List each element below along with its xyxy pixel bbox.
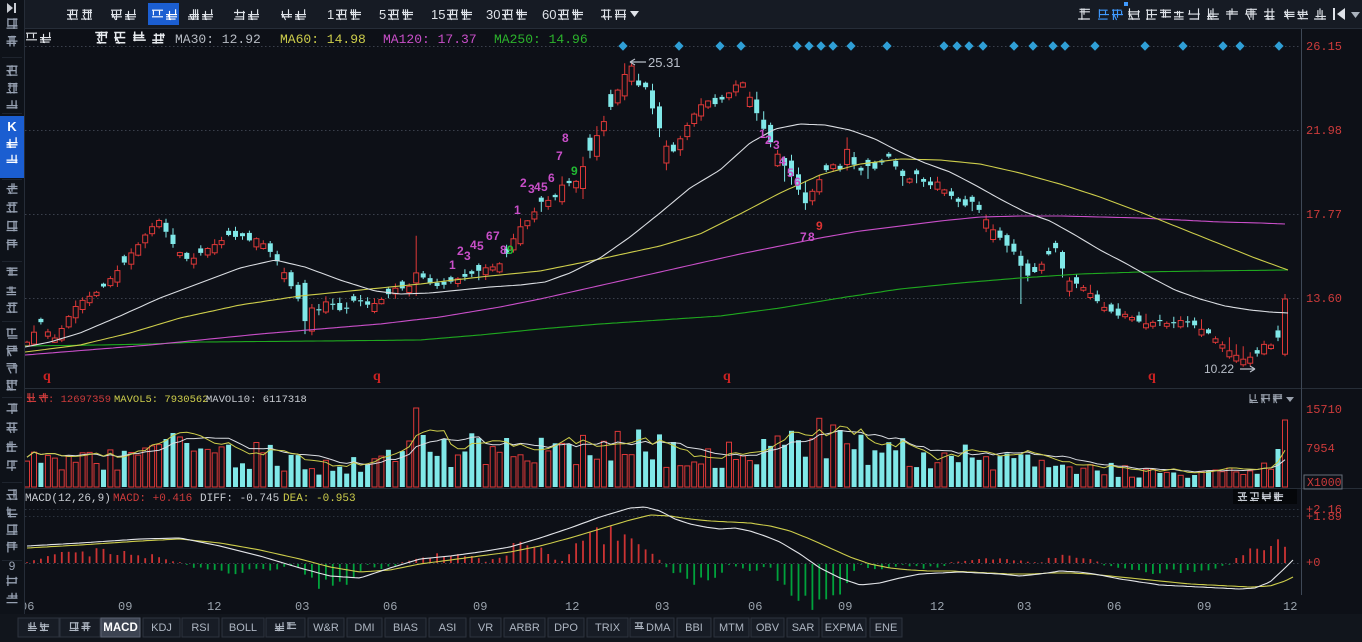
svg-text:q: q (373, 369, 381, 384)
svg-text:9: 9 (507, 243, 514, 257)
svg-text:12: 12 (1283, 600, 1297, 614)
svg-text:17.77: 17.77 (1306, 208, 1342, 222)
svg-text:06: 06 (748, 600, 762, 614)
svg-text:6: 6 (794, 175, 801, 189)
svg-text:X1000: X1000 (1307, 477, 1342, 490)
svg-text:ARBR: ARBR (509, 622, 540, 634)
svg-text:DIFF: -0.745: DIFF: -0.745 (200, 493, 279, 505)
svg-text:03: 03 (655, 600, 669, 614)
svg-text:60: 60 (542, 7, 556, 22)
svg-text:q: q (1148, 369, 1156, 384)
svg-text:1: 1 (514, 203, 521, 217)
svg-text:09: 09 (1197, 600, 1211, 614)
svg-text:TRIX: TRIX (595, 622, 621, 634)
svg-text:2: 2 (520, 176, 527, 190)
svg-text:13.60: 13.60 (1306, 292, 1342, 306)
svg-text:4: 4 (779, 154, 786, 168)
svg-text:9: 9 (816, 219, 823, 233)
svg-text:03: 03 (295, 600, 309, 614)
svg-text:09: 09 (118, 600, 132, 614)
svg-text:5: 5 (477, 239, 484, 253)
svg-text:VR: VR (478, 622, 493, 634)
svg-text:7: 7 (800, 230, 807, 244)
svg-text:5: 5 (541, 180, 548, 194)
svg-text:K: K (7, 119, 17, 134)
svg-text:09: 09 (838, 600, 852, 614)
svg-text:8: 8 (500, 243, 507, 257)
svg-text:+1.89: +1.89 (1306, 510, 1342, 524)
svg-text:W&R: W&R (313, 622, 339, 634)
svg-text:BBI: BBI (685, 622, 703, 634)
svg-text:06: 06 (383, 600, 397, 614)
svg-text:7: 7 (493, 229, 500, 243)
svg-text:12: 12 (207, 600, 221, 614)
svg-text:MA30: 12.92: MA30: 12.92 (175, 32, 261, 47)
svg-text:MAVOL10: 6117318: MAVOL10: 6117318 (206, 394, 307, 406)
svg-text:15: 15 (431, 7, 445, 22)
svg-text:MACD: MACD (103, 622, 138, 634)
svg-text:SAR: SAR (792, 622, 815, 634)
svg-text:7: 7 (556, 149, 563, 163)
svg-text:EXPMA: EXPMA (825, 622, 864, 634)
svg-text:8: 8 (562, 131, 569, 145)
svg-text:MAVOL5: 7930562: MAVOL5: 7930562 (114, 394, 209, 406)
svg-text:BIAS: BIAS (393, 622, 418, 634)
svg-text:25.31: 25.31 (648, 55, 681, 70)
svg-text:DEA: -0.953: DEA: -0.953 (283, 493, 356, 505)
svg-text:06: 06 (1107, 600, 1121, 614)
svg-text:OBV: OBV (756, 622, 780, 634)
svg-text:MACD: +0.416: MACD: +0.416 (113, 493, 192, 505)
svg-text:5: 5 (787, 166, 794, 180)
svg-text:1: 1 (449, 258, 456, 272)
svg-text:7954: 7954 (1306, 442, 1335, 456)
svg-text:30: 30 (486, 7, 500, 22)
svg-text:1: 1 (327, 7, 334, 22)
svg-text:8: 8 (808, 230, 815, 244)
svg-text:BOLL: BOLL (229, 622, 257, 634)
svg-text:q: q (723, 369, 731, 384)
svg-text:+0: +0 (1306, 556, 1320, 570)
svg-text:RSI: RSI (191, 622, 209, 634)
svg-text:MA60: 14.98: MA60: 14.98 (280, 32, 366, 47)
svg-text:MACD(12,26,9): MACD(12,26,9) (25, 493, 111, 505)
svg-text:: 12697359: : 12697359 (48, 394, 111, 406)
svg-text:2: 2 (765, 133, 772, 147)
svg-text:MTM: MTM (719, 622, 744, 634)
svg-text:q: q (43, 369, 51, 384)
svg-text:3: 3 (773, 138, 780, 152)
svg-text:9: 9 (9, 559, 16, 573)
svg-text:15710: 15710 (1306, 403, 1342, 417)
svg-text:6: 6 (548, 171, 555, 185)
svg-text:6: 6 (486, 229, 493, 243)
svg-text:12: 12 (565, 600, 579, 614)
svg-text:4: 4 (534, 180, 541, 194)
svg-text:DPO: DPO (554, 622, 578, 634)
svg-text:MA120: 17.37: MA120: 17.37 (383, 32, 477, 47)
svg-text:5: 5 (379, 7, 386, 22)
svg-text:KDJ: KDJ (151, 622, 172, 634)
svg-text:09: 09 (473, 600, 487, 614)
svg-text:26.15: 26.15 (1306, 40, 1342, 54)
svg-text:10.22: 10.22 (1204, 362, 1234, 376)
svg-text:03: 03 (1017, 600, 1031, 614)
svg-text:4: 4 (470, 238, 477, 252)
svg-text:MA250: 14.96: MA250: 14.96 (494, 32, 588, 47)
svg-text:12: 12 (930, 600, 944, 614)
svg-text:DMI: DMI (354, 622, 374, 634)
svg-text:9: 9 (571, 164, 578, 178)
svg-text:ASI: ASI (439, 622, 457, 634)
svg-text:2: 2 (457, 244, 464, 258)
svg-text:DMA: DMA (646, 622, 671, 634)
svg-text:21.98: 21.98 (1306, 124, 1342, 138)
svg-text:ENE: ENE (875, 622, 898, 634)
